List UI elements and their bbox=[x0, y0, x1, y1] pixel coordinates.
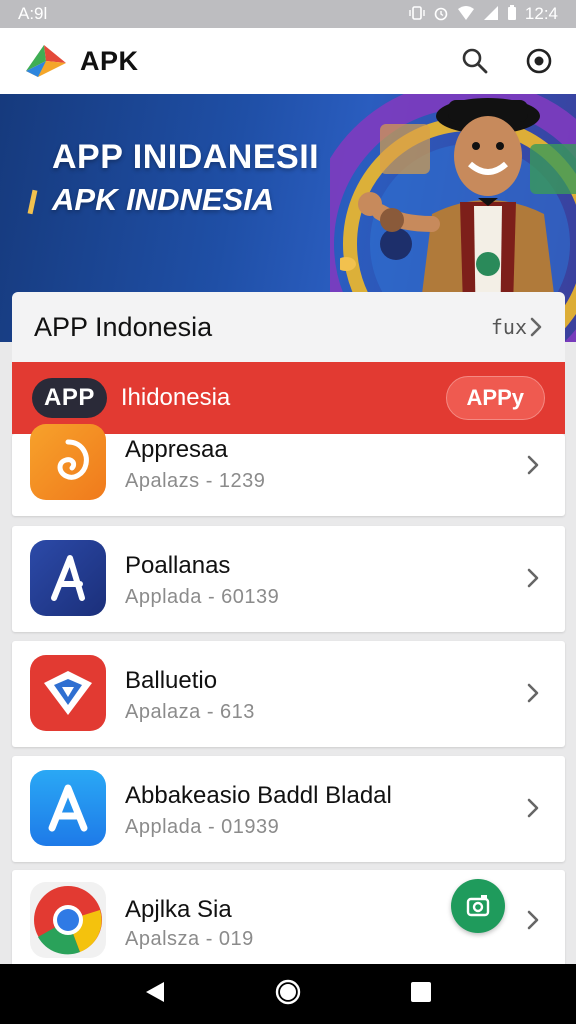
chevron-right-icon bbox=[527, 798, 539, 818]
chevron-right-icon bbox=[530, 317, 542, 337]
app-bar-actions bbox=[460, 46, 554, 76]
signal-icon bbox=[483, 5, 499, 24]
status-time-right: 12:4 bbox=[524, 4, 558, 23]
promo-label: Ihidonesia bbox=[120, 384, 231, 411]
wifi-icon bbox=[457, 5, 475, 24]
status-time-left: A:9l bbox=[18, 4, 48, 23]
chevron-right-icon bbox=[527, 455, 539, 475]
section-more-link[interactable]: fux bbox=[491, 315, 543, 339]
back-icon[interactable] bbox=[144, 980, 166, 1009]
app-list-item[interactable]: Appresaa Apalazs - 1239 bbox=[12, 424, 565, 516]
battery-icon bbox=[507, 4, 517, 24]
banner-accent bbox=[27, 189, 38, 215]
search-icon[interactable] bbox=[460, 46, 490, 76]
alarm-icon bbox=[433, 5, 449, 24]
status-bar: A:9l 12:4 bbox=[0, 0, 576, 28]
promo-badge: APP bbox=[32, 378, 107, 418]
app-list-item[interactable]: Balluetio Apalaza - 613 bbox=[12, 641, 565, 747]
vibrate-icon bbox=[409, 5, 425, 24]
app-name: Balluetio bbox=[125, 667, 218, 694]
app-meta: Apalsza - 019 bbox=[125, 928, 254, 950]
app-store-icon bbox=[30, 770, 106, 846]
banner-subtitle: APK INDNESIA bbox=[52, 182, 275, 217]
app-list-item[interactable]: Poallanas Applada - 60139 bbox=[12, 526, 565, 632]
shield-app-icon bbox=[30, 655, 106, 731]
download-fab[interactable] bbox=[451, 879, 505, 933]
app-meta: Applada - 01939 bbox=[125, 816, 280, 838]
apk-logo-icon bbox=[26, 45, 66, 77]
app-meta: Apalazs - 1239 bbox=[125, 470, 266, 492]
chevron-right-icon bbox=[527, 683, 539, 703]
app-meta: Applada - 60139 bbox=[125, 586, 280, 608]
app-bar: APK bbox=[0, 28, 576, 94]
status-icons: 12:4 bbox=[409, 4, 558, 24]
app-name: Abbakeasio Baddl Bladal bbox=[125, 782, 392, 809]
app-name: Appresaa bbox=[125, 436, 228, 463]
promo-button[interactable]: APPy bbox=[445, 376, 545, 420]
app-name: Poallanas bbox=[125, 552, 231, 579]
section-title: APP Indonesia bbox=[34, 311, 213, 342]
banner-title: APP INIDANESII bbox=[52, 138, 320, 176]
spiral-app-icon bbox=[30, 424, 106, 500]
info-circle-icon[interactable] bbox=[524, 46, 554, 76]
download-icon bbox=[466, 895, 490, 917]
home-icon[interactable] bbox=[275, 979, 301, 1010]
letter-a-app-icon bbox=[30, 540, 106, 616]
chevron-right-icon bbox=[527, 910, 539, 930]
app-list-item[interactable]: Abbakeasio Baddl Bladal Applada - 01939 bbox=[12, 756, 565, 862]
app-name: Apjlka Sia bbox=[125, 896, 232, 923]
app-title: APK bbox=[80, 45, 139, 76]
chrome-icon bbox=[30, 882, 106, 958]
chevron-right-icon bbox=[527, 568, 539, 588]
promo-strip[interactable]: APP Ihidonesia APPy bbox=[12, 362, 565, 434]
recents-icon[interactable] bbox=[410, 981, 432, 1008]
app-meta: Apalaza - 613 bbox=[125, 701, 255, 723]
system-nav-bar bbox=[0, 964, 576, 1024]
section-more-label: fux bbox=[490, 315, 527, 339]
section-header: APP Indonesia fux bbox=[12, 292, 565, 362]
